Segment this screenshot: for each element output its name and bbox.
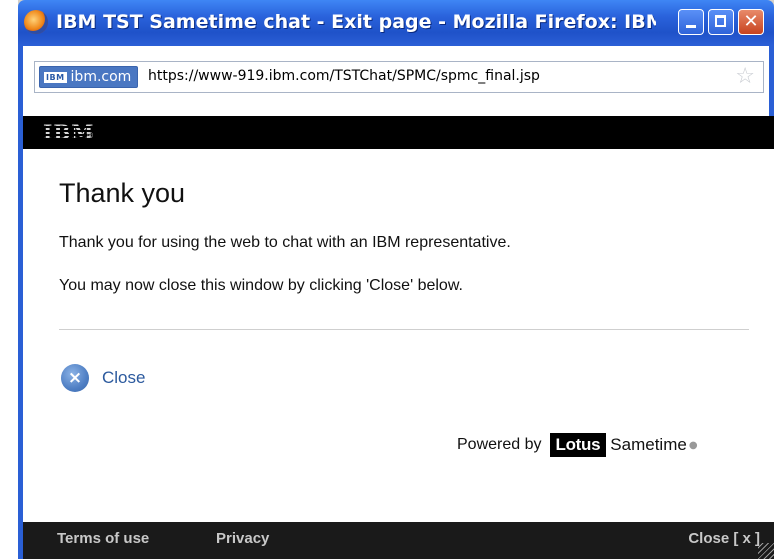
site-domain: ibm.com — [70, 69, 132, 85]
ibm-site-icon: IBM — [44, 71, 67, 83]
close-window-button[interactable]: ✕ — [738, 9, 764, 35]
window-title: IBM TST Sametime chat - Exit page - Mozi… — [56, 11, 656, 33]
title-bar[interactable]: IBM TST Sametime chat - Exit page - Mozi… — [18, 0, 774, 46]
page-content: IBM ® Thank you Thank you for using the … — [18, 116, 774, 559]
divider — [59, 329, 749, 330]
close-button[interactable]: × Close — [61, 363, 145, 393]
ibm-masthead: IBM ® — [23, 116, 774, 149]
bookmark-star-icon[interactable]: ☆ — [735, 65, 755, 89]
lotus-logo: Lotus — [549, 433, 607, 457]
browser-window: IBM TST Sametime chat - Exit page - Mozi… — [18, 0, 774, 559]
powered-by-label: Powered by — [457, 436, 542, 453]
close-circle-icon[interactable]: × — [61, 364, 89, 392]
close-link-label[interactable]: Close — [102, 368, 145, 388]
site-identity-button[interactable]: IBM ibm.com — [39, 66, 139, 88]
maximize-button[interactable] — [708, 9, 734, 35]
footer-close-link[interactable]: Close [ x ] — [688, 530, 760, 547]
url-input[interactable]: https://www-919.ibm.com/TSTChat/SPMC/spm… — [148, 68, 540, 84]
registered-mark: ® — [86, 131, 94, 140]
close-instruction: You may now close this window by clickin… — [59, 277, 463, 294]
firefox-icon — [24, 10, 48, 34]
maximize-icon — [715, 15, 726, 27]
resize-grip-icon[interactable] — [758, 543, 774, 559]
sametime-dot: ● — [688, 439, 698, 451]
desktop-background — [0, 0, 18, 559]
minimize-button[interactable] — [678, 9, 704, 35]
privacy-link[interactable]: Privacy — [216, 530, 269, 547]
page-title: Thank you — [59, 178, 186, 208]
url-bar[interactable]: IBM ibm.com https://www-919.ibm.com/TSTC… — [34, 61, 764, 93]
navigation-toolbar: IBM ibm.com https://www-919.ibm.com/TSTC… — [18, 46, 774, 116]
close-icon: ✕ — [743, 11, 759, 32]
minimize-icon — [686, 25, 696, 28]
sametime-logo: Sametime — [610, 435, 687, 454]
powered-by-logo: Powered by Lotus Sametime ● — [457, 431, 698, 459]
thank-you-message: Thank you for using the web to chat with… — [59, 234, 511, 251]
terms-of-use-link[interactable]: Terms of use — [57, 530, 149, 547]
page-footer: Terms of use Privacy Close [ x ] — [23, 522, 774, 559]
